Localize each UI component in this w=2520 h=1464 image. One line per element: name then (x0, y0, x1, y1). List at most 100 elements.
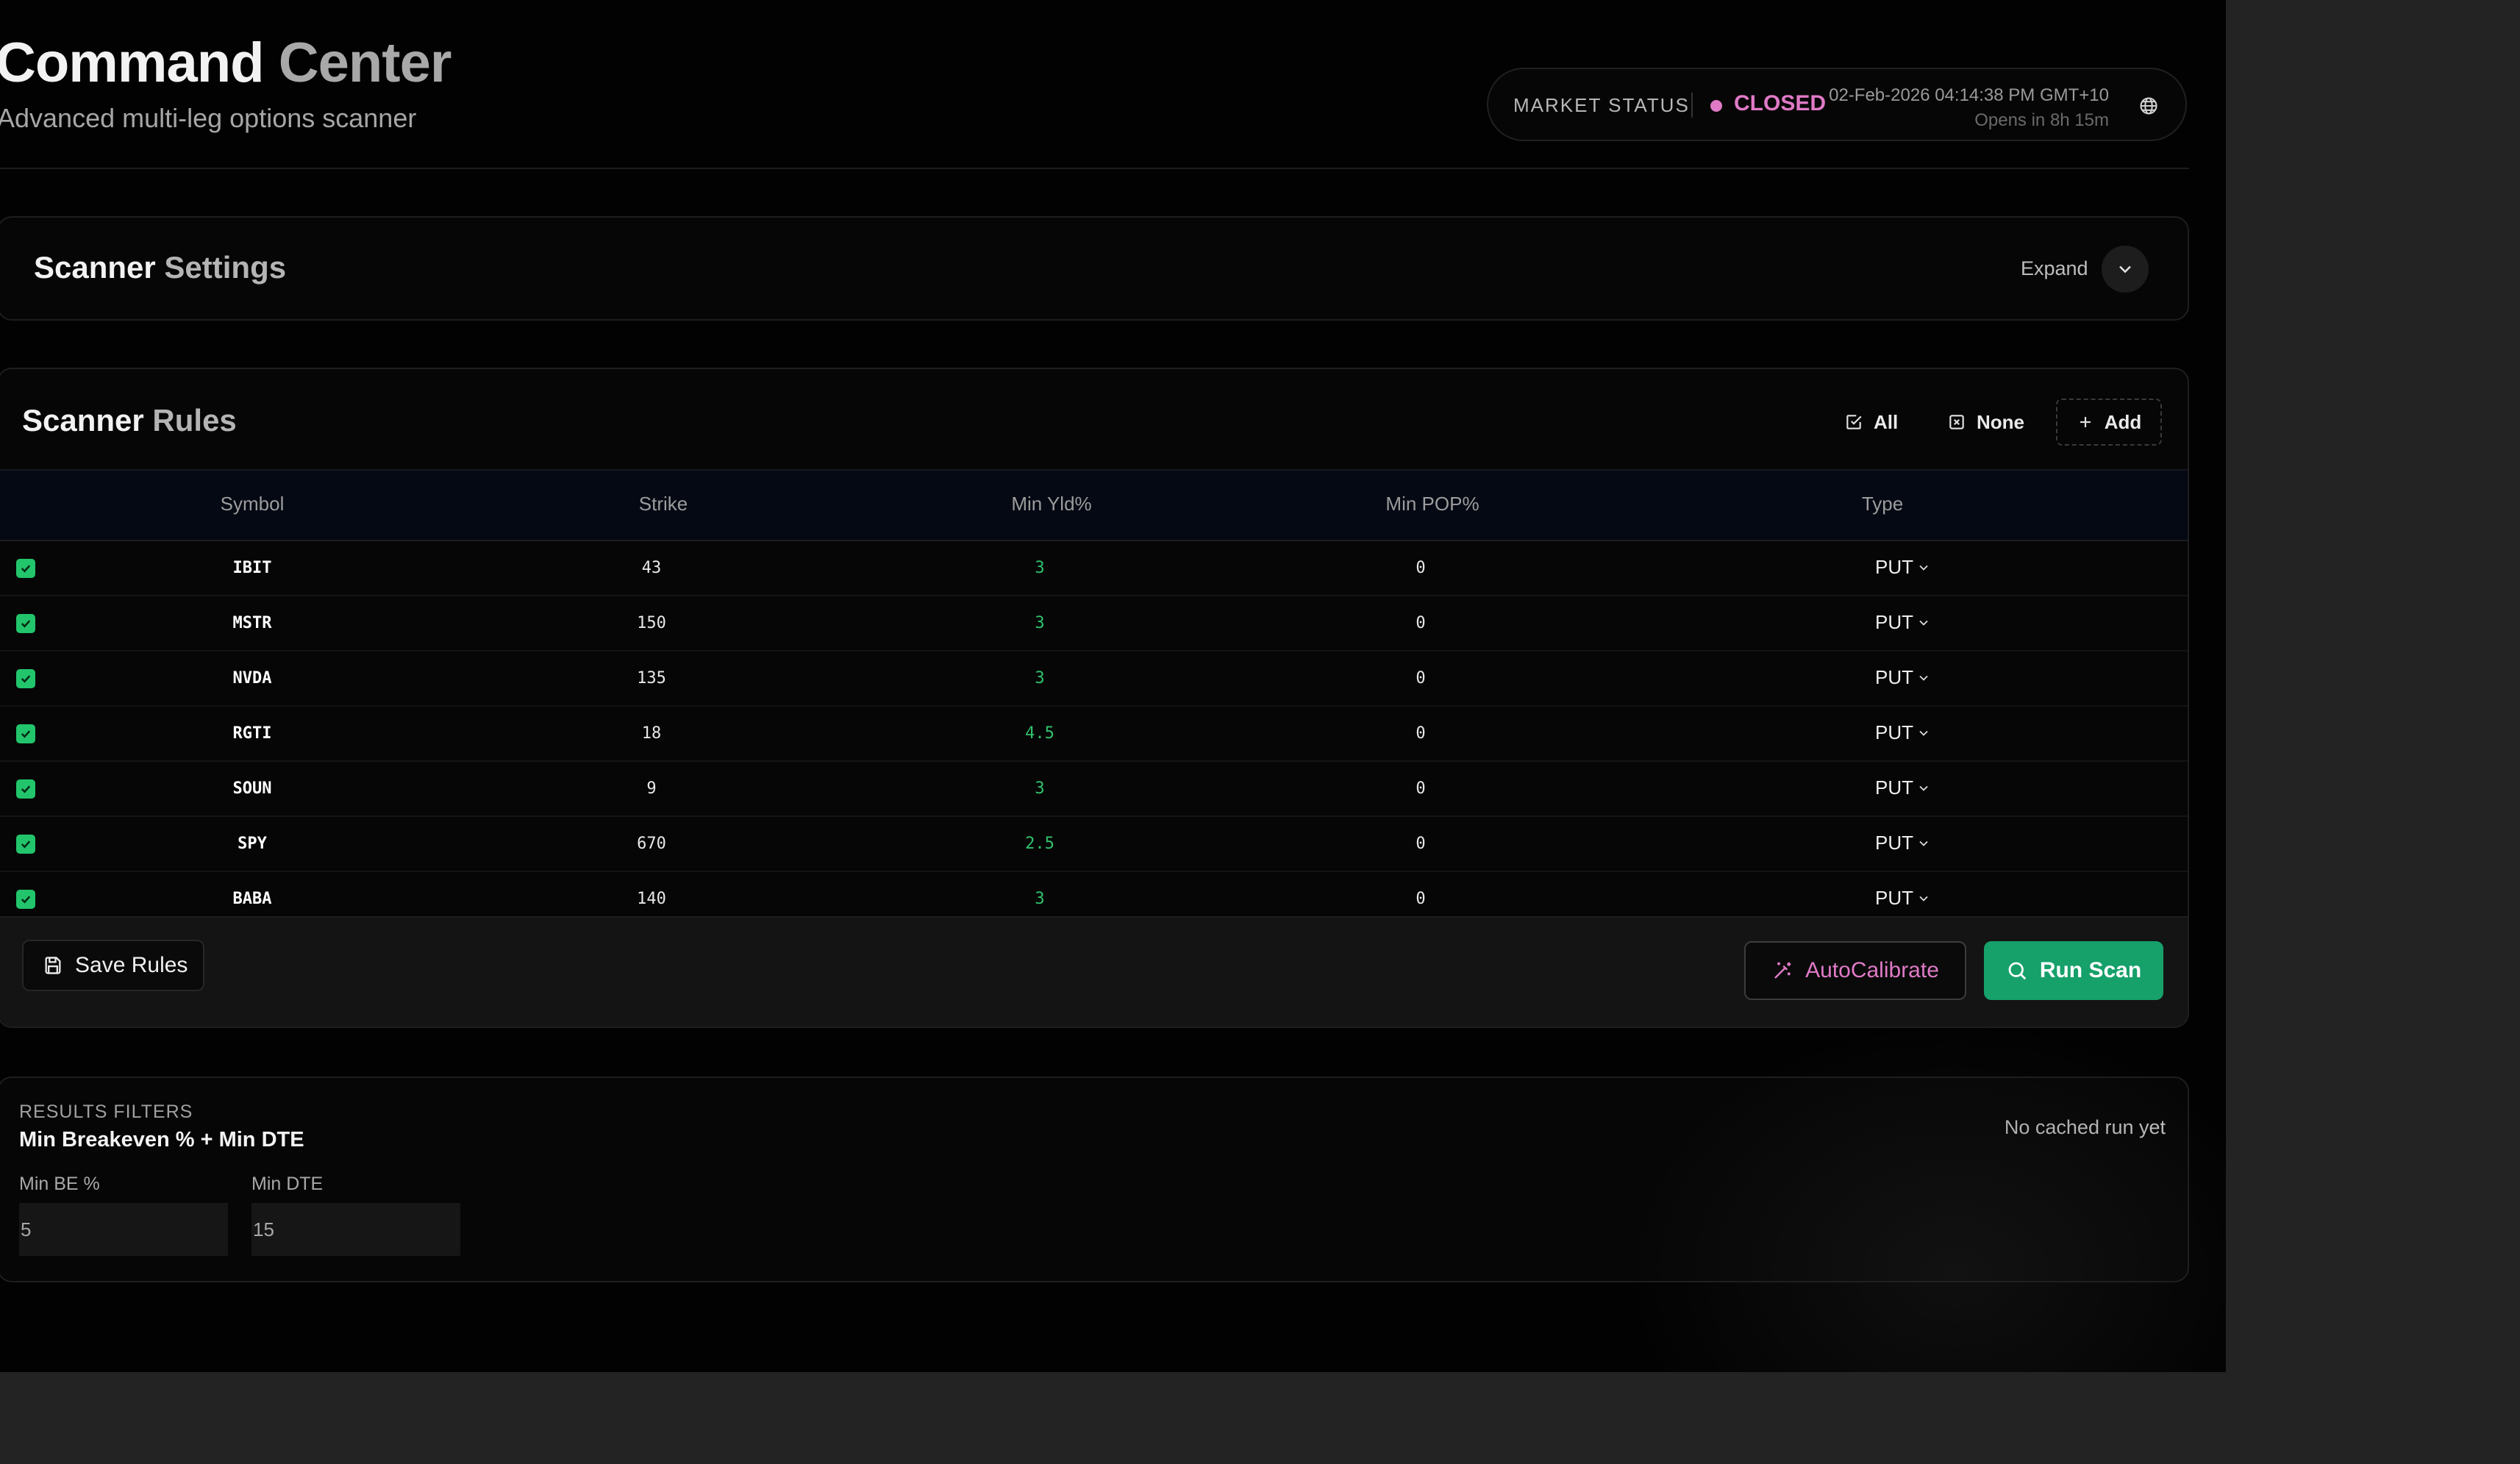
select-none-button[interactable]: None (1947, 399, 2024, 446)
settings-title-primary: Scanner (34, 250, 156, 285)
min-yld-cell[interactable]: 3 (1035, 559, 1044, 577)
results-filters-card: RESULTS FILTERS Min Breakeven % + Min DT… (0, 1076, 2189, 1282)
chevron-down-icon (1919, 620, 1928, 626)
strike-cell[interactable]: 43 (642, 559, 662, 577)
table-row[interactable]: NVDA 135 3 0 PUT (0, 651, 2188, 707)
settings-title-secondary: Settings (164, 250, 287, 285)
min-yld-cell[interactable]: 3 (1035, 779, 1044, 798)
run-scan-label: Run Scan (2039, 958, 2142, 982)
strike-cell[interactable]: 135 (637, 669, 666, 688)
row-checkbox[interactable] (16, 890, 35, 909)
rules-table-header: Symbol Strike Min Yld% Min POP% Type (0, 469, 2188, 541)
type-value: PUT (1875, 556, 1913, 578)
globe-icon[interactable] (2138, 96, 2159, 116)
row-checkbox[interactable] (16, 614, 35, 633)
symbol-cell[interactable]: SOUN (233, 779, 272, 798)
min-pop-cell[interactable]: 0 (1416, 669, 1425, 688)
min-pop-cell[interactable]: 0 (1416, 835, 1425, 853)
results-filters-title: Min Breakeven % + Min DTE (19, 1128, 304, 1151)
type-select[interactable]: PUT (1875, 776, 1931, 799)
divider (1691, 93, 1693, 118)
chevron-down-icon (1919, 840, 1928, 846)
min-pop-cell[interactable]: 0 (1416, 559, 1425, 577)
scanner-rules-title: Scanner Rules (22, 403, 237, 438)
type-select[interactable]: PUT (1875, 721, 1931, 744)
symbol-cell[interactable]: RGTI (233, 724, 272, 743)
scanner-rules-card: Scanner Rules All None Add Symbol Strike… (0, 368, 2189, 1028)
strike-cell[interactable]: 150 (637, 614, 666, 632)
autocalibrate-button[interactable]: AutoCalibrate (1744, 941, 1966, 1000)
run-scan-button[interactable]: Run Scan (1984, 941, 2163, 1000)
column-header-min-pop[interactable]: Min POP% (1385, 493, 1479, 515)
row-checkbox[interactable] (16, 724, 35, 743)
min-be-label: Min BE % (19, 1174, 100, 1194)
check-icon (21, 730, 31, 738)
strike-cell[interactable]: 140 (637, 890, 666, 908)
min-dte-input[interactable] (251, 1203, 460, 1256)
strike-cell[interactable]: 670 (637, 835, 666, 853)
page-title: Command Center (0, 31, 451, 95)
type-select[interactable]: PUT (1875, 556, 1931, 579)
table-row[interactable]: RGTI 18 4.5 0 PUT (0, 707, 2188, 762)
type-select[interactable]: PUT (1875, 832, 1931, 854)
page-subtitle: Advanced multi-leg options scanner (0, 103, 417, 133)
min-pop-cell[interactable]: 0 (1416, 614, 1425, 632)
column-header-symbol[interactable]: Symbol (221, 493, 285, 515)
market-status-label: MARKET STATUS (1513, 94, 1690, 116)
symbol-cell[interactable]: IBIT (233, 559, 272, 577)
row-checkbox[interactable] (16, 559, 35, 578)
strike-cell[interactable]: 18 (642, 724, 662, 743)
select-all-button[interactable]: All (1844, 399, 1898, 446)
min-pop-cell[interactable]: 0 (1416, 890, 1425, 908)
type-value: PUT (1875, 776, 1913, 799)
min-be-input[interactable] (19, 1203, 228, 1256)
scanner-settings-card: Scanner Settings Expand (0, 216, 2189, 321)
table-row[interactable]: SPY 670 2.5 0 PUT (0, 817, 2188, 872)
type-select[interactable]: PUT (1875, 666, 1931, 689)
min-yld-cell[interactable]: 4.5 (1025, 724, 1054, 743)
row-checkbox[interactable] (16, 669, 35, 688)
strike-cell[interactable]: 9 (646, 779, 656, 798)
min-yld-cell[interactable]: 3 (1035, 890, 1044, 908)
add-rule-label: Add (2104, 410, 2142, 433)
min-yld-cell[interactable]: 3 (1035, 614, 1044, 632)
column-header-type[interactable]: Type (1862, 493, 1903, 515)
min-yld-cell[interactable]: 3 (1035, 669, 1044, 688)
status-dot (1710, 100, 1722, 112)
results-filters-label: RESULTS FILTERS (19, 1101, 193, 1122)
column-header-min-yld[interactable]: Min Yld% (1011, 493, 1091, 515)
min-dte-label: Min DTE (251, 1174, 324, 1194)
table-row[interactable]: SOUN 9 3 0 PUT (0, 762, 2188, 817)
symbol-cell[interactable]: NVDA (233, 669, 272, 688)
row-checkbox[interactable] (16, 779, 35, 799)
check-icon (21, 785, 31, 793)
min-pop-cell[interactable]: 0 (1416, 724, 1425, 743)
symbol-cell[interactable]: SPY (238, 835, 267, 853)
table-row[interactable]: IBIT 43 3 0 PUT (0, 541, 2188, 596)
check-icon (21, 896, 31, 904)
symbol-cell[interactable]: BABA (233, 890, 272, 908)
column-header-strike[interactable]: Strike (639, 493, 688, 515)
check-icon (21, 620, 31, 628)
type-value: PUT (1875, 721, 1913, 743)
save-rules-label: Save Rules (75, 953, 188, 977)
type-value: PUT (1875, 832, 1913, 854)
market-status-state: CLOSED (1734, 91, 1827, 115)
add-rule-button[interactable]: Add (2056, 399, 2162, 446)
type-value: PUT (1875, 611, 1913, 633)
type-select[interactable]: PUT (1875, 611, 1931, 634)
check-icon (21, 840, 31, 849)
type-select[interactable]: PUT (1875, 887, 1931, 910)
min-pop-cell[interactable]: 0 (1416, 779, 1425, 798)
symbol-cell[interactable]: MSTR (233, 614, 272, 632)
chevron-down-icon (1919, 785, 1928, 791)
row-checkbox[interactable] (16, 835, 35, 854)
select-all-label: All (1874, 410, 1899, 433)
market-datetime: 02-Feb-2026 04:14:38 PM GMT+10 (1829, 85, 2109, 105)
expand-label[interactable]: Expand (2021, 257, 2088, 280)
rules-footer: Save Rules AutoCalibrate Run Scan (0, 916, 2188, 1026)
expand-button[interactable] (2102, 246, 2149, 293)
save-rules-button[interactable]: Save Rules (22, 940, 204, 991)
min-yld-cell[interactable]: 2.5 (1025, 835, 1054, 853)
table-row[interactable]: MSTR 150 3 0 PUT (0, 596, 2188, 651)
